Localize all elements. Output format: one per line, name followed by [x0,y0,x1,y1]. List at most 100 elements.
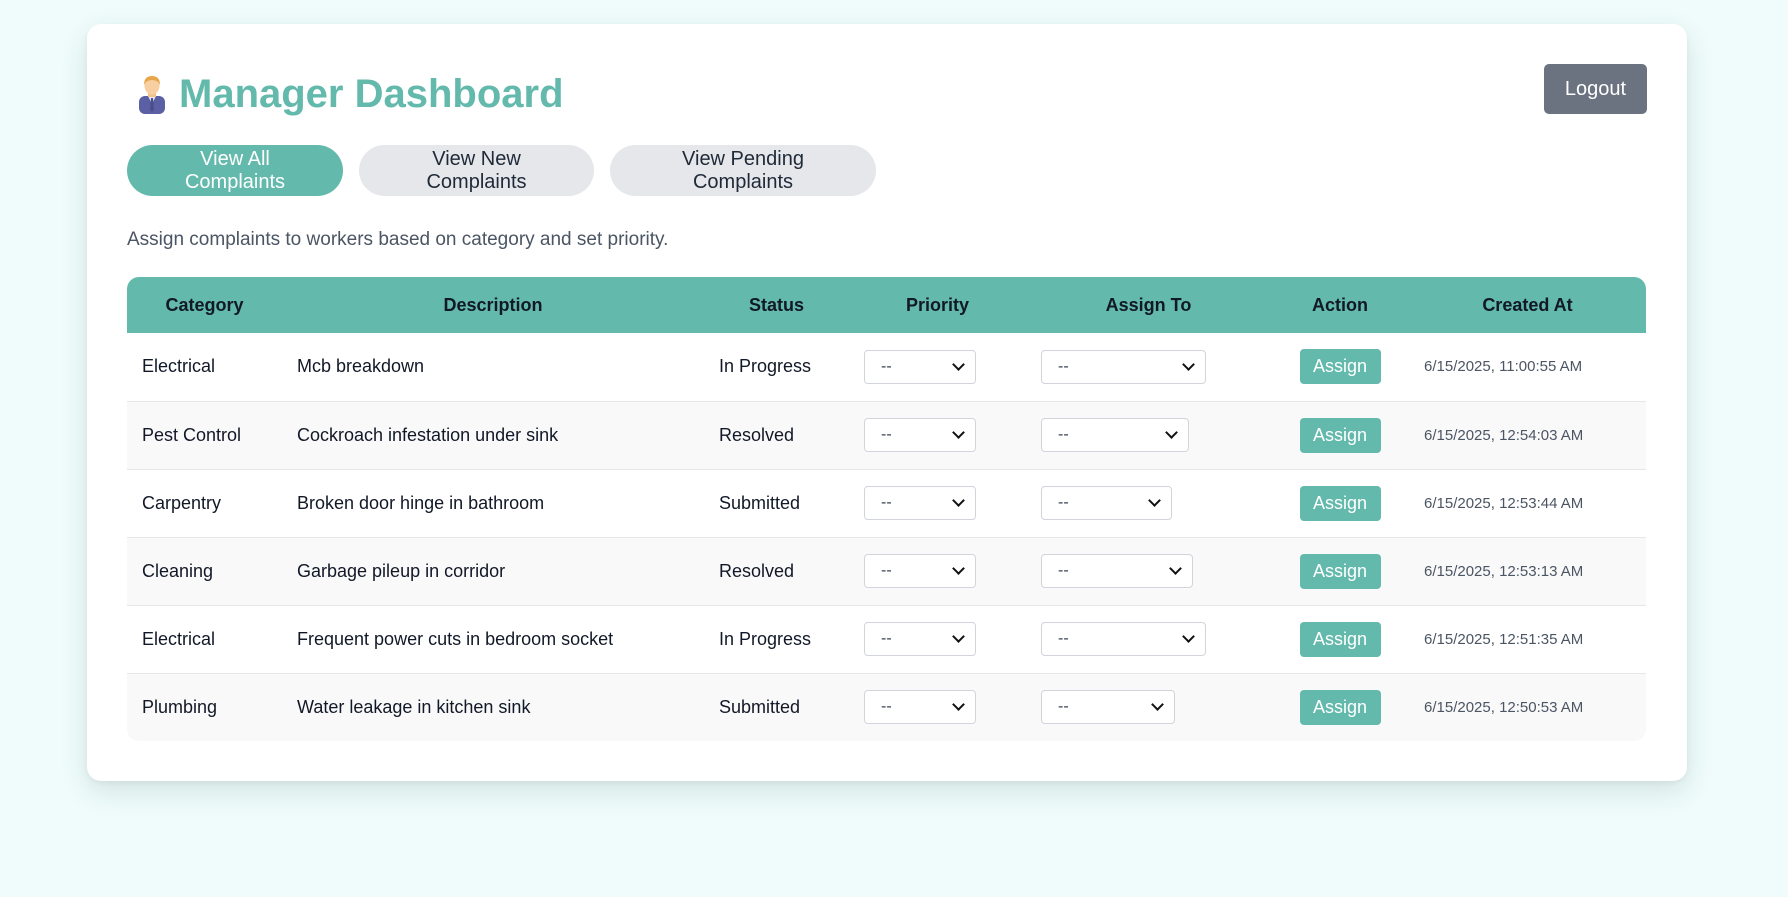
cell-assign-to: -- [1026,673,1271,741]
complaint-filters: View All Complaints View New Complaints … [127,145,876,196]
assign-button[interactable]: Assign [1299,485,1381,521]
cell-priority: -- [849,333,1026,401]
assign-button[interactable]: Assign [1299,553,1381,589]
cell-status: Submitted [719,696,801,717]
chevron-down-icon [1148,494,1161,507]
page-title: Manager Dashboard [135,68,564,120]
cell-status: In Progress [719,628,812,649]
assign-button[interactable]: Assign [1299,621,1381,657]
table-row: Cleaning Garbage pileup in corridor Reso… [127,537,1646,605]
priority-select[interactable]: -- [864,690,976,725]
dashboard-card: Manager Dashboard Logout View All Compla… [87,24,1687,781]
priority-select-value: -- [881,494,892,511]
table-row: Plumbing Water leakage in kitchen sink S… [127,673,1646,741]
cell-description: Broken door hinge in bathroom [297,492,545,513]
cell-category: Plumbing [142,696,218,717]
chevron-down-icon [1151,698,1164,712]
cell-status: Submitted [719,492,801,513]
cell-assign-to: -- [1026,401,1271,469]
assign-to-select[interactable]: -- [1041,349,1206,384]
table-row: Pest Control Cockroach infestation under… [127,401,1646,469]
assign-to-select[interactable]: -- [1041,486,1172,520]
priority-select-value: -- [881,426,892,443]
cell-status: Resolved [719,424,795,445]
assign-to-select-value: -- [1058,494,1069,511]
cell-description: Water leakage in kitchen sink [297,696,531,717]
priority-select[interactable]: -- [864,622,976,656]
cell-description: Cockroach infestation under sink [297,424,559,445]
cell-created-at: 6/15/2025, 12:53:44 AM [1424,494,1584,512]
cell-action: Assign [1271,401,1409,469]
cell-description: Frequent power cuts in bedroom socket [297,628,614,649]
cell-created-at: 6/15/2025, 11:00:55 AM [1424,358,1583,376]
view-new-complaints-button[interactable]: View New Complaints [359,145,594,196]
cell-priority: -- [849,673,1026,741]
header-description: Description [443,294,543,315]
priority-select-value: -- [881,698,892,716]
chevron-down-icon [1165,426,1178,439]
cell-action: Assign [1271,469,1409,537]
assign-to-select-value: -- [1058,562,1069,579]
table-header-row: Category Description Status Priority Ass… [127,277,1646,333]
chevron-down-icon [1182,630,1195,643]
page-subtitle: Assign complaints to workers based on ca… [127,229,669,250]
chevron-down-icon [952,630,965,643]
header-status: Status [748,294,804,315]
assign-to-select-value: -- [1058,357,1069,375]
view-pending-complaints-button[interactable]: View Pending Complaints [610,145,876,196]
cell-created-at: 6/15/2025, 12:51:35 AM [1424,630,1584,648]
cell-priority: -- [849,537,1026,605]
chevron-down-icon [1169,562,1182,575]
cell-action: Assign [1271,673,1409,741]
cell-assign-to: -- [1026,333,1271,401]
cell-priority: -- [849,605,1026,673]
cell-action: Assign [1271,537,1409,605]
priority-select[interactable]: -- [864,349,976,384]
priority-select[interactable]: -- [864,554,976,588]
cell-category: Electrical [142,628,216,649]
priority-select[interactable]: -- [864,486,976,520]
assign-to-select-value: -- [1058,698,1069,716]
priority-select-value: -- [881,630,892,647]
assign-to-select[interactable]: -- [1041,554,1193,588]
page-title-text: Manager Dashboard [179,71,564,116]
cell-category: Pest Control [142,424,242,445]
chevron-down-icon [952,426,965,439]
assign-to-select[interactable]: -- [1041,622,1206,656]
cell-created-at: 6/15/2025, 12:53:13 AM [1424,562,1584,580]
header-created-at: Created At [1482,294,1573,315]
priority-select[interactable]: -- [864,418,976,452]
cell-description: Mcb breakdown [297,356,425,377]
chevron-down-icon [1182,357,1195,371]
assign-button[interactable]: Assign [1299,689,1381,725]
cell-description: Garbage pileup in corridor [297,560,506,581]
table-row: Electrical Frequent power cuts in bedroo… [127,605,1646,673]
assign-to-select-value: -- [1058,426,1069,443]
logout-button[interactable]: Logout [1544,64,1647,114]
header-priority: Priority [905,294,970,315]
cell-category: Carpentry [142,492,222,513]
view-all-complaints-button[interactable]: View All Complaints [127,145,343,196]
cell-status: Resolved [719,560,795,581]
table-row: Carpentry Broken door hinge in bathroom … [127,469,1646,537]
cell-action: Assign [1271,333,1409,401]
complaints-table: Category Description Status Priority Ass… [127,277,1646,741]
cell-assign-to: -- [1026,605,1271,673]
assign-button[interactable]: Assign [1299,349,1381,385]
priority-select-value: -- [881,357,892,375]
cell-action: Assign [1271,605,1409,673]
header-action: Action [1312,294,1368,315]
header-assign-to: Assign To [1105,294,1192,315]
cell-category: Electrical [142,356,216,377]
assign-button[interactable]: Assign [1299,417,1381,453]
cell-category: Cleaning [142,560,214,581]
cell-status: In Progress [719,356,812,377]
assign-to-select[interactable]: -- [1041,690,1175,725]
assign-to-select[interactable]: -- [1041,418,1189,452]
cell-created-at: 6/15/2025, 12:50:53 AM [1424,698,1584,716]
cell-priority: -- [849,469,1026,537]
header-category: Category [165,294,244,315]
chevron-down-icon [952,357,965,371]
complaints-table-wrapper: Category Description Status Priority Ass… [127,277,1646,741]
cell-assign-to: -- [1026,537,1271,605]
